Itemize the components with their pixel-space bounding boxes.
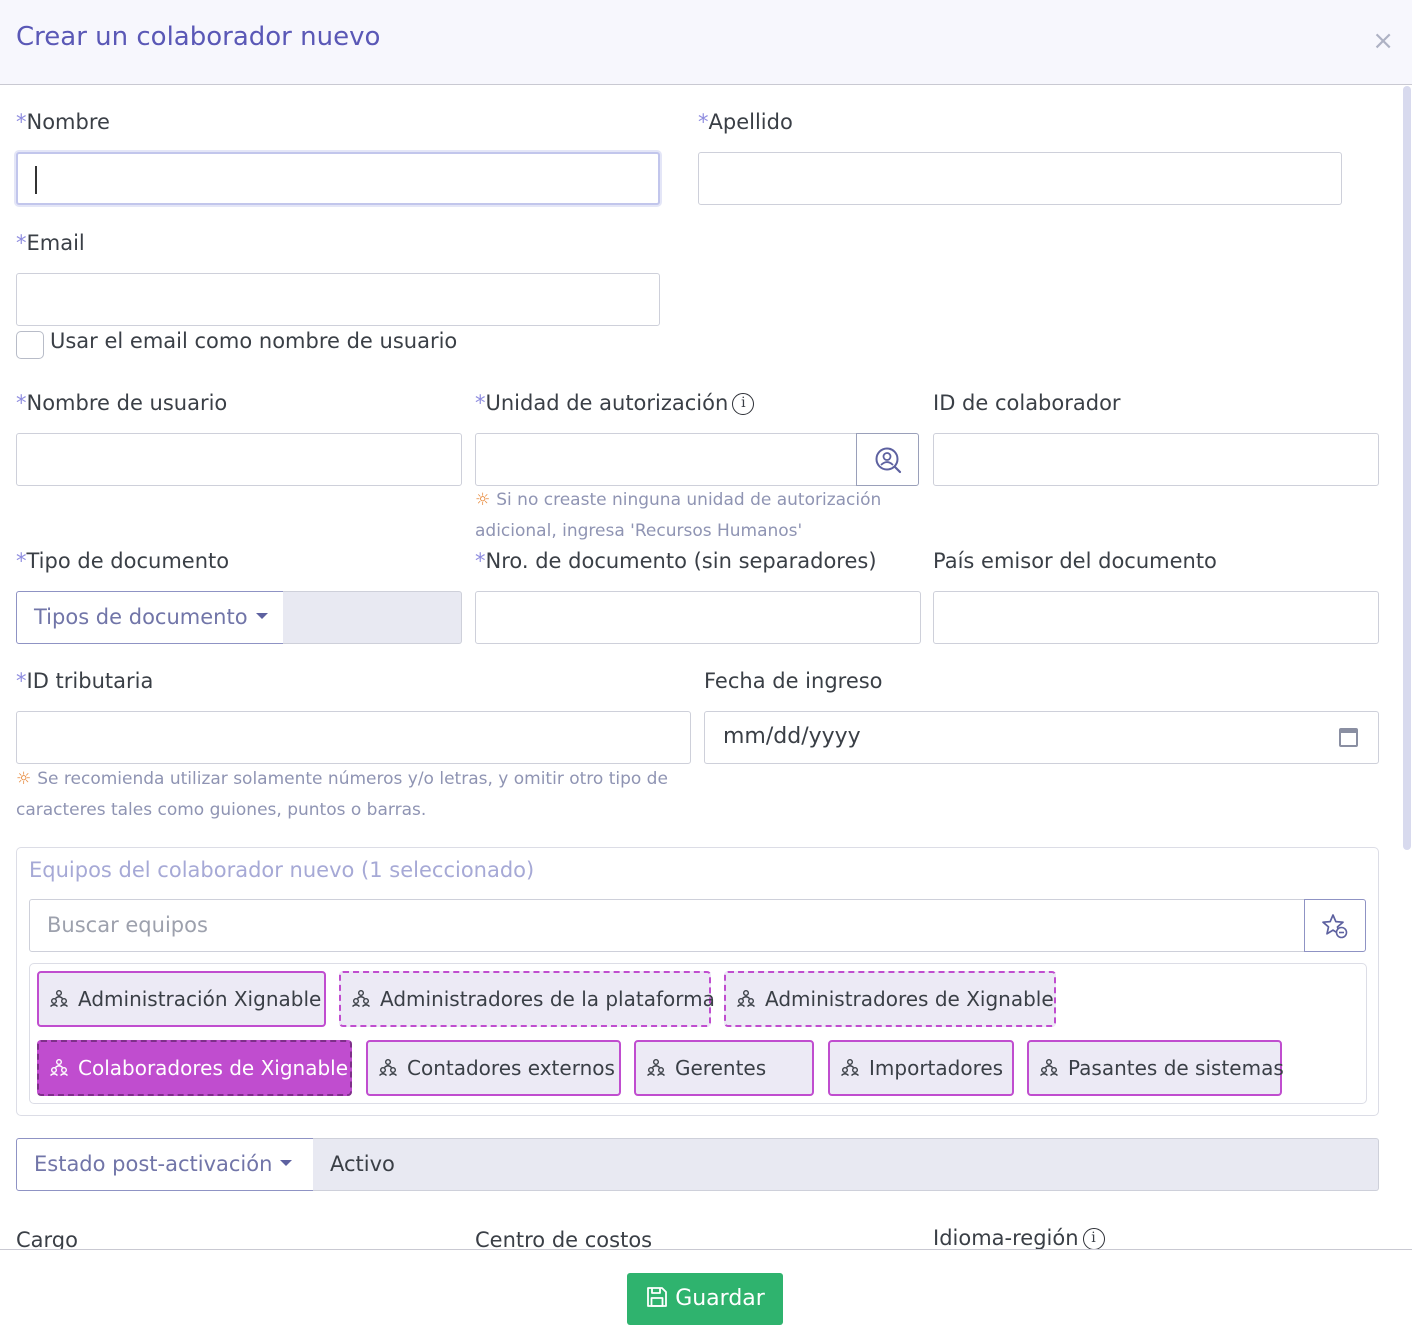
team-icon	[736, 976, 756, 1028]
scrollbar-thumb[interactable]	[1403, 86, 1411, 850]
dialog-header: Crear un colaborador nuevo ×	[0, 0, 1412, 85]
use-email-checkbox-label[interactable]: Usar el email como nombre de usuario	[50, 329, 457, 353]
calendar-icon[interactable]	[1339, 728, 1358, 747]
user-search-button[interactable]	[856, 433, 919, 486]
dialog-title: Crear un colaborador nuevo	[16, 22, 381, 52]
teams-title: Equipos del colaborador nuevo (1 selecci…	[29, 858, 535, 882]
auth-unit-label: *Unidad de autorización i	[475, 391, 755, 415]
team-chip[interactable]: Administradores de la plataforma	[339, 971, 715, 1028]
tax-id-label: *ID tributaria	[16, 669, 154, 693]
team-icon	[49, 976, 69, 1028]
tax-id-hint: ☼ Se recomienda utilizar solamente número…	[16, 769, 668, 820]
team-chips-container: Administración Xignable Administradores …	[29, 963, 1367, 1104]
start-date-label: Fecha de ingreso	[704, 669, 883, 693]
team-chip[interactable]: Importadores	[828, 1040, 1014, 1096]
team-icon	[840, 1045, 860, 1097]
floppy-disk-icon	[645, 1277, 669, 1329]
team-icon	[646, 1045, 666, 1097]
user-search-icon	[875, 447, 901, 473]
team-chip-selected[interactable]: Colaboradores de Xignable	[37, 1040, 352, 1096]
favorite-teams-button[interactable]	[1304, 899, 1366, 952]
team-chip[interactable]: Contadores externos	[366, 1040, 621, 1096]
chevron-down-icon	[280, 1160, 293, 1166]
doc-number-label: *Nro. de documento (sin separadores)	[475, 549, 877, 573]
team-chip[interactable]: Gerentes	[634, 1040, 814, 1096]
dialog-footer: Guardar	[0, 1249, 1412, 1337]
lightbulb-icon: ☼	[16, 769, 32, 789]
start-date-input[interactable]: mm/dd/yyyy	[704, 711, 1379, 764]
team-chip[interactable]: Administradores de Xignable	[724, 971, 1056, 1027]
collaborator-id-input[interactable]	[933, 433, 1379, 486]
doc-country-input[interactable]	[933, 591, 1379, 644]
lightbulb-icon: ☼	[475, 490, 491, 510]
doc-country-label: País emisor del documento	[933, 549, 1217, 573]
team-chip[interactable]: Administración Xignable	[37, 971, 326, 1027]
apellido-label: *Apellido	[698, 110, 793, 134]
star-icon	[1322, 913, 1348, 938]
username-input[interactable]	[16, 433, 462, 486]
team-chip[interactable]: Pasantes de sistemas	[1027, 1040, 1284, 1097]
doc-type-label: *Tipo de documento	[16, 549, 230, 573]
language-label: Idioma-región i	[933, 1226, 1105, 1250]
use-email-checkbox[interactable]	[16, 331, 44, 359]
auth-unit-input[interactable]	[475, 433, 858, 486]
collaborator-id-label: ID de colaborador	[933, 391, 1121, 415]
text-caret	[35, 166, 37, 194]
date-placeholder: mm/dd/yyyy	[723, 724, 861, 749]
close-icon[interactable]: ×	[1372, 26, 1394, 56]
team-icon	[378, 1045, 398, 1097]
team-icon	[1039, 1045, 1059, 1097]
team-icon	[351, 976, 371, 1028]
doc-number-input[interactable]	[475, 591, 921, 644]
post-activation-value: Activo	[313, 1138, 1379, 1191]
tax-id-input[interactable]	[16, 711, 691, 764]
nombre-input[interactable]	[16, 152, 660, 205]
teams-section: Equipos del colaborador nuevo (1 selecci…	[16, 847, 1379, 1116]
team-search-input[interactable]: Buscar equipos	[29, 899, 1305, 952]
email-label: *Email	[16, 231, 85, 255]
auth-unit-hint: ☼ Si no creaste ninguna unidad de autoriz…	[475, 490, 882, 541]
save-button[interactable]: Guardar	[627, 1273, 783, 1325]
doc-type-value	[283, 591, 462, 644]
username-label: *Nombre de usuario	[16, 391, 228, 415]
email-input[interactable]	[16, 273, 660, 326]
nombre-label: *Nombre	[16, 110, 110, 134]
apellido-input[interactable]	[698, 152, 1342, 205]
info-icon[interactable]: i	[732, 393, 755, 415]
chevron-down-icon	[255, 613, 268, 619]
team-icon	[49, 1045, 69, 1097]
post-activation-dropdown[interactable]: Estado post-activación	[16, 1138, 314, 1191]
info-icon[interactable]: i	[1082, 1228, 1105, 1250]
doc-type-dropdown[interactable]: Tipos de documento	[16, 591, 284, 644]
